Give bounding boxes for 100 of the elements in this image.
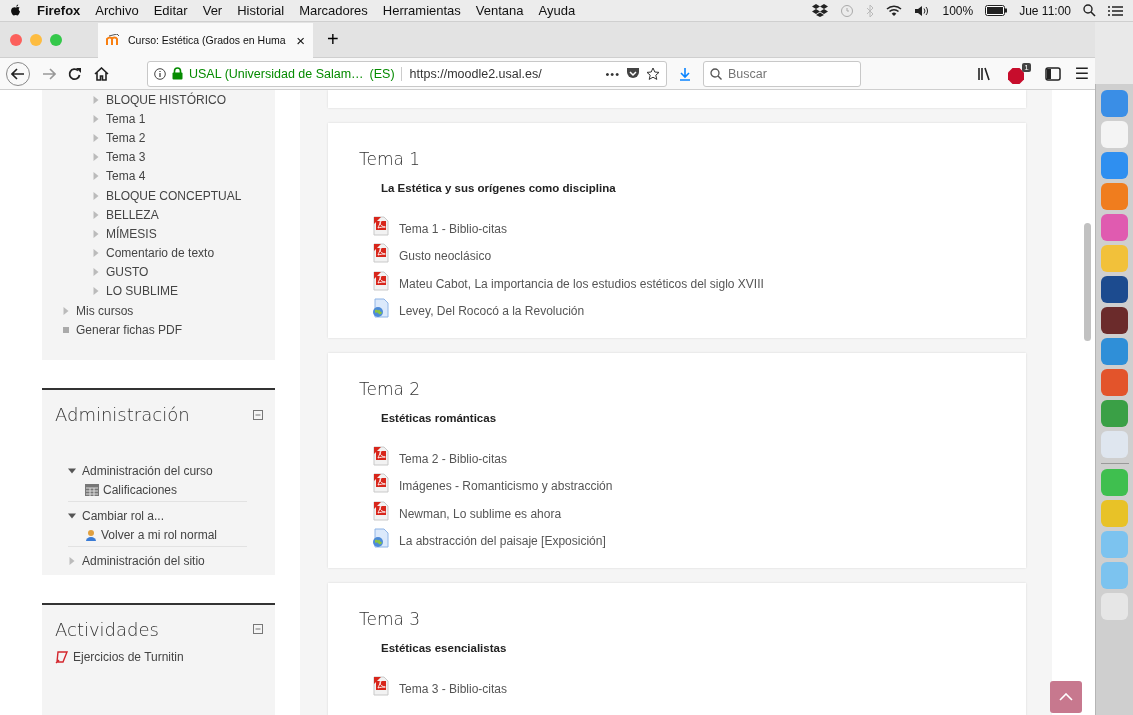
back-to-top-button[interactable] xyxy=(1050,681,1082,713)
nav-item[interactable]: MÍMESIS xyxy=(106,226,157,241)
search-icon[interactable] xyxy=(1083,4,1096,17)
web-link-icon xyxy=(372,298,390,318)
caret-icon xyxy=(92,95,100,104)
pdf-file-icon xyxy=(372,500,390,521)
nav-item[interactable]: BELLEZA xyxy=(106,207,159,222)
resource-link[interactable]: Tema 3 - Biblio-citas xyxy=(399,681,508,698)
nav-item[interactable]: LO SUBLIME xyxy=(106,284,179,299)
menu-item[interactable]: Marcadores xyxy=(299,3,368,18)
activity-link[interactable]: Ejercicios de Turnitin xyxy=(73,649,184,664)
lock-icon[interactable] xyxy=(172,67,183,80)
menu-item[interactable]: Editar xyxy=(153,3,188,18)
menu-item[interactable]: Ayuda xyxy=(538,3,576,18)
menubar-clock[interactable]: Jue 11:00 xyxy=(1019,3,1071,18)
forward-button[interactable] xyxy=(42,67,56,80)
menu-item[interactable]: Herramientas xyxy=(382,3,461,18)
tree-item[interactable]: Volver a mi rol normal xyxy=(101,528,218,543)
star-icon[interactable] xyxy=(646,66,660,81)
collapse-icon[interactable] xyxy=(253,409,263,420)
home-icon xyxy=(94,66,109,81)
tree-item[interactable]: Cambiar rol a... xyxy=(82,508,165,523)
tree-item[interactable]: Administración del sitio xyxy=(82,553,205,568)
chevron-up-icon xyxy=(1059,693,1073,701)
table-icon xyxy=(85,484,99,497)
section-title: Tema 2 xyxy=(359,379,422,399)
resource-link[interactable]: Levey, Del Rococó a la Revolución xyxy=(399,304,585,320)
info-icon[interactable] xyxy=(154,67,166,80)
resource-link[interactable]: Gusto neoclásico xyxy=(399,249,492,265)
caret-icon xyxy=(92,287,100,296)
forward-arrow-icon xyxy=(42,67,56,80)
tree-item[interactable]: Calificaciones xyxy=(103,483,178,498)
resource-link[interactable]: La abstracción del paisaje [Exposición] xyxy=(399,534,606,550)
nav-item[interactable]: Comentario de texto xyxy=(106,246,215,261)
pdf-file-icon xyxy=(372,445,390,466)
resource-link[interactable]: Imágenes - Romanticismo y abstracción xyxy=(399,479,613,495)
resource-link[interactable]: Tema 1 - Biblio-citas xyxy=(399,221,508,238)
nav-item[interactable]: BLOQUE CONCEPTUAL xyxy=(106,188,242,203)
caret-icon xyxy=(92,191,100,200)
clock-icon[interactable] xyxy=(840,3,855,18)
nav-item[interactable]: Tema 2 xyxy=(106,130,146,145)
nav-item[interactable]: Generar fichas PDF xyxy=(76,322,183,337)
search-field[interactable]: Buscar xyxy=(703,60,861,87)
bluetooth-icon[interactable] xyxy=(866,3,875,18)
nav-item[interactable]: Mis cursos xyxy=(76,303,134,318)
battery-icon[interactable] xyxy=(985,5,1008,16)
user-icon xyxy=(85,529,97,542)
caret-icon xyxy=(92,133,100,142)
speaker-icon[interactable] xyxy=(914,4,931,17)
menu-item[interactable]: Ver xyxy=(202,3,223,18)
section-title: Tema 3 xyxy=(359,609,422,629)
home-button[interactable] xyxy=(94,66,109,81)
zoom-window-button[interactable] xyxy=(50,33,62,46)
menu-item[interactable]: Historial xyxy=(237,3,285,18)
site-identity: USAL (Universidad de Salam… xyxy=(189,66,364,81)
dropbox-icon[interactable] xyxy=(812,4,829,17)
site-country: (ES) xyxy=(369,66,395,81)
nav-item[interactable]: Tema 1 xyxy=(106,111,146,126)
list-icon[interactable] xyxy=(1108,4,1123,17)
nav-item[interactable]: BLOQUE HISTÓRICO xyxy=(106,92,227,107)
download-icon[interactable] xyxy=(679,66,691,81)
pdf-file-icon xyxy=(372,675,390,696)
resource-link[interactable]: Tema 2 - Biblio-citas xyxy=(399,451,508,468)
caret-icon xyxy=(92,210,100,219)
nav-item[interactable]: Tema 4 xyxy=(106,169,146,184)
search-input[interactable]: Buscar xyxy=(728,66,848,81)
sidebar-icon[interactable] xyxy=(1044,66,1061,81)
more-actions-button[interactable]: ••• xyxy=(605,67,620,80)
pocket-icon[interactable] xyxy=(626,67,640,80)
collapse-icon[interactable] xyxy=(253,624,263,635)
pdf-file-icon xyxy=(372,215,390,236)
address-bar[interactable]: USAL (Universidad de Salam… (ES) https://moodle2.usal.es/ ••• xyxy=(147,60,667,87)
reload-icon xyxy=(68,66,82,81)
caret-icon xyxy=(62,306,70,315)
search-icon xyxy=(710,67,722,80)
pdf-file-icon xyxy=(372,243,390,263)
menu-item[interactable]: Ventana xyxy=(475,3,524,18)
nav-item[interactable]: Tema 3 xyxy=(106,150,146,165)
caret-icon xyxy=(92,268,100,277)
close-window-button[interactable] xyxy=(10,33,22,46)
new-tab-button[interactable]: + xyxy=(323,28,343,51)
browser-tab[interactable]: Curso: Estética (Grados en Huma × xyxy=(98,22,313,58)
wifi-icon[interactable] xyxy=(886,4,903,17)
caret-icon xyxy=(92,114,100,123)
library-icon[interactable] xyxy=(976,66,993,81)
tree-item[interactable]: Administración del curso xyxy=(82,463,213,478)
reload-button[interactable] xyxy=(68,66,82,81)
block-title: Actividades xyxy=(55,618,159,640)
menu-button[interactable]: ☰ xyxy=(1074,64,1089,83)
section-summary: Estéticas esencialistas xyxy=(381,642,508,654)
pdf-file-icon xyxy=(372,473,390,493)
caret-icon xyxy=(92,249,100,258)
nav-item[interactable]: GUSTO xyxy=(106,265,149,280)
menu-item[interactable]: Archivo xyxy=(95,3,139,18)
url-text: https://moodle2.usal.es/ xyxy=(400,66,600,81)
app-menu[interactable]: Firefox xyxy=(37,3,81,18)
resource-link[interactable]: Newman, Lo sublime es ahora xyxy=(399,506,562,523)
resource-link[interactable]: Mateu Cabot, La importancia de los estudios estéticos del siglo XVIII xyxy=(399,276,764,293)
apple-logo-icon[interactable] xyxy=(10,3,22,18)
scrollbar-thumb[interactable] xyxy=(1084,223,1091,341)
